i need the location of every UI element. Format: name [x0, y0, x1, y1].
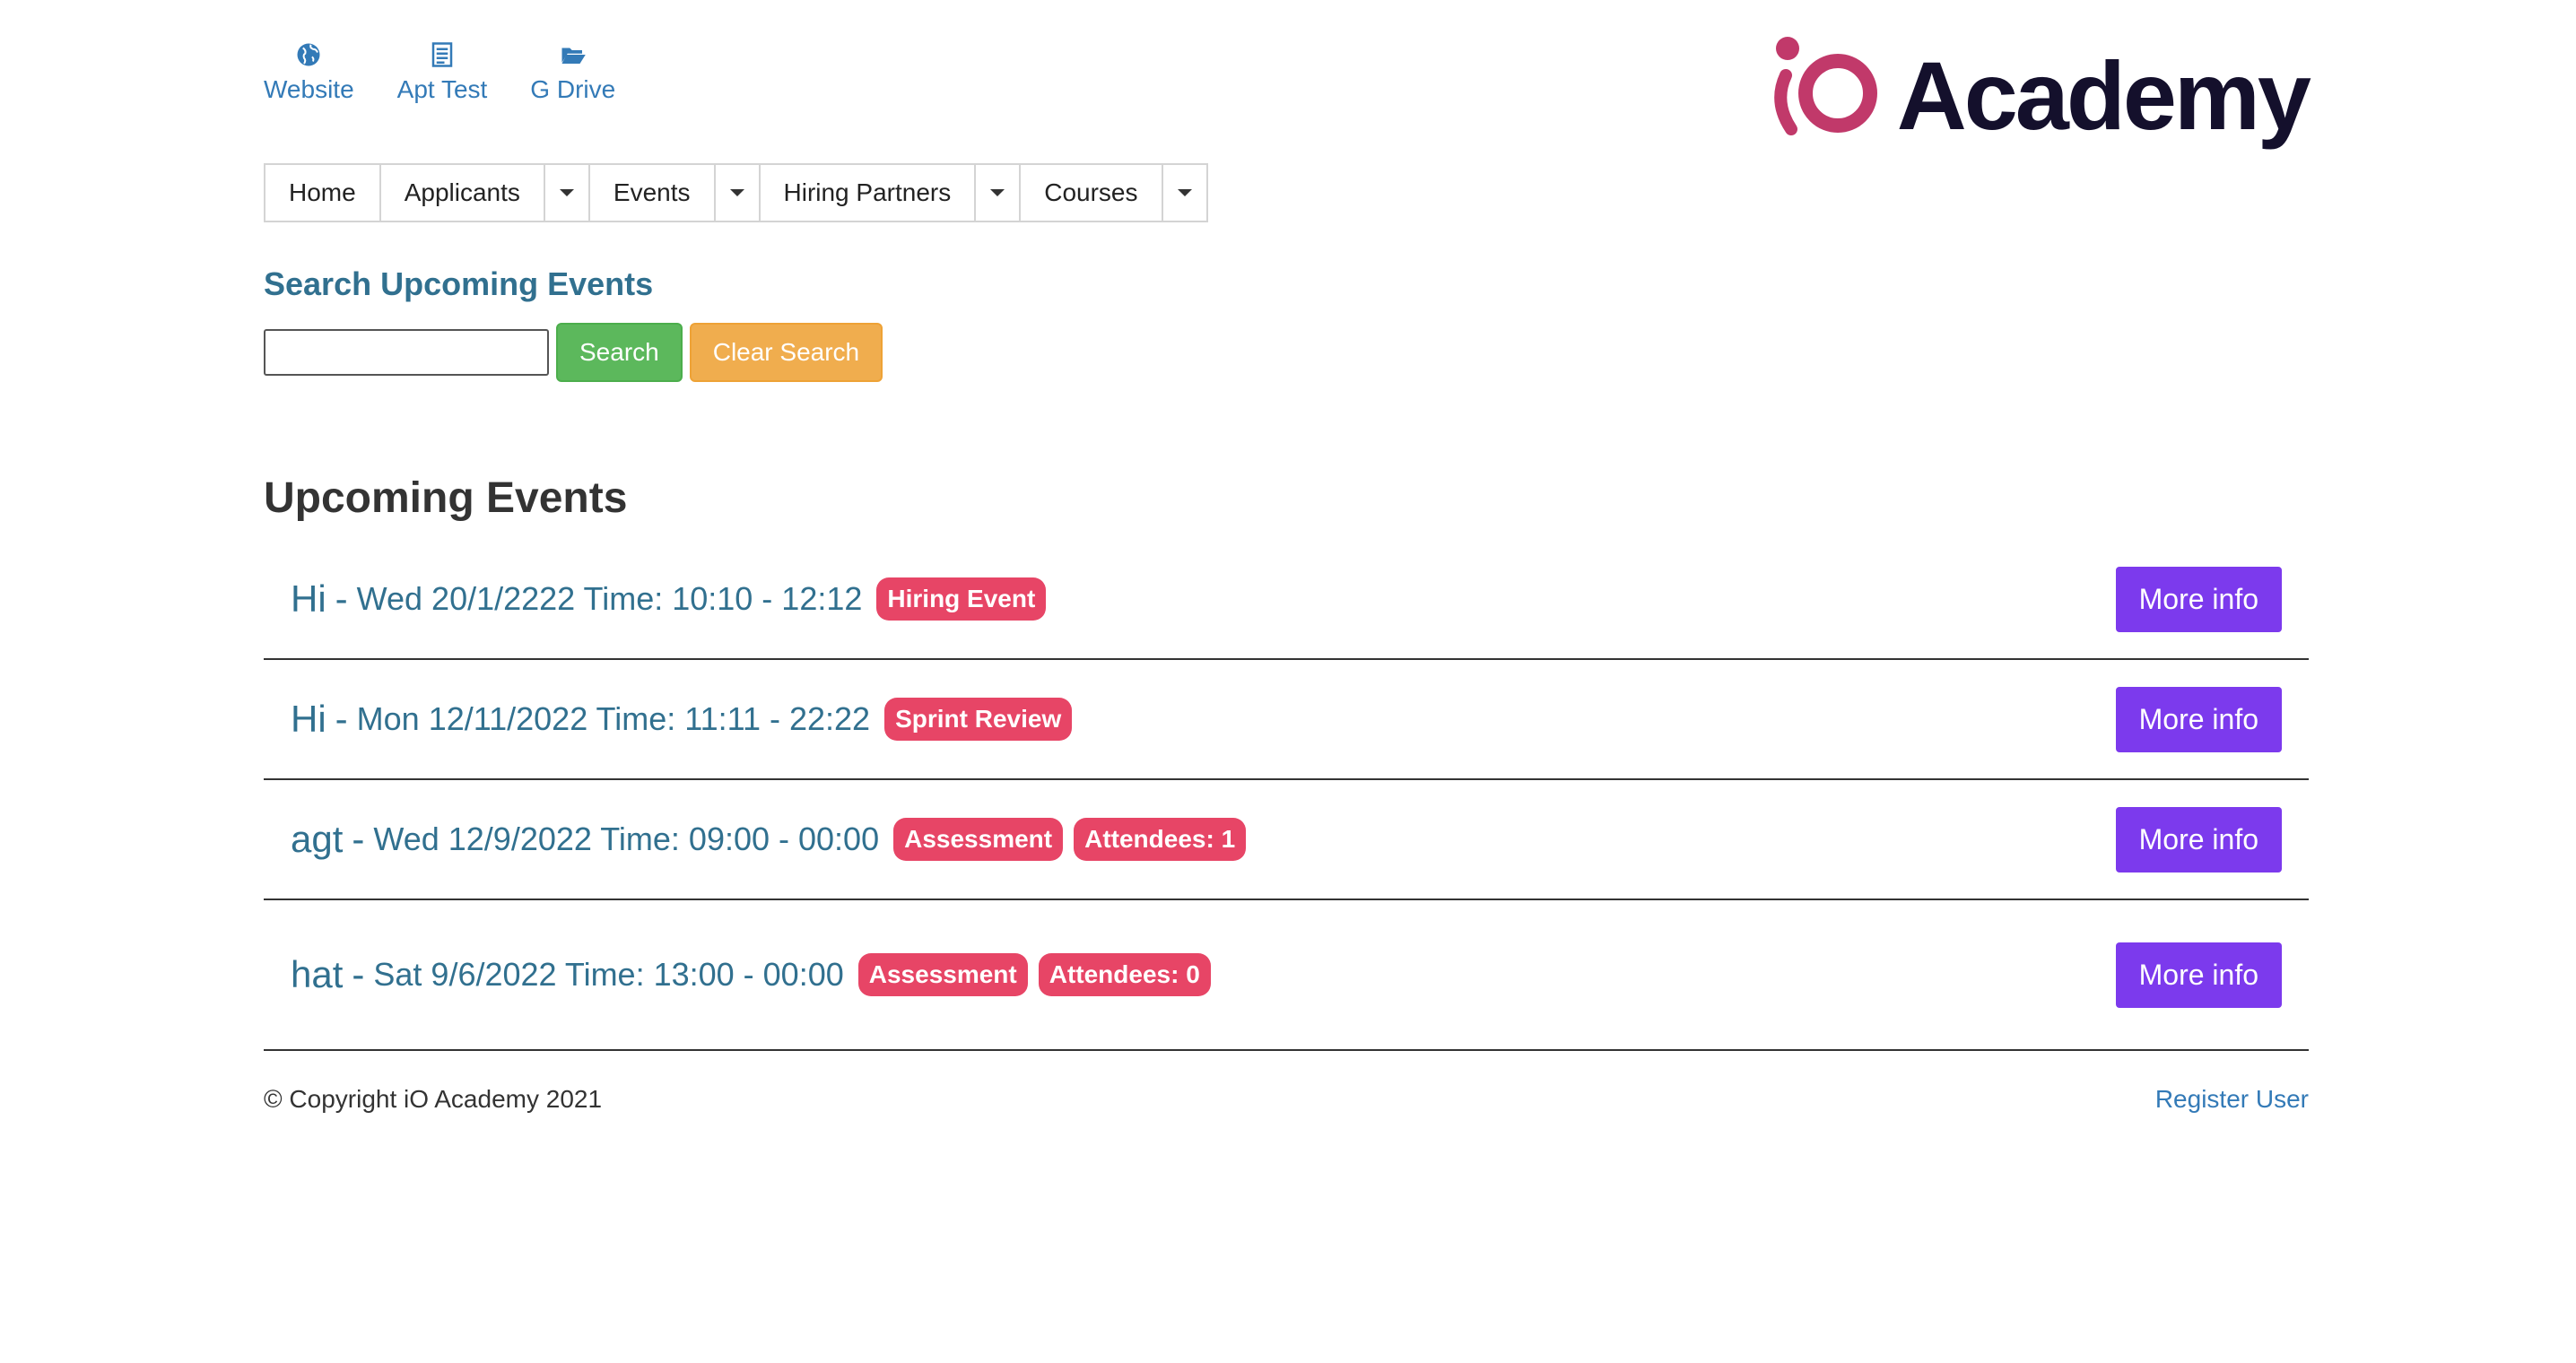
main-nav: Home Applicants Events Hiring Partners C… [264, 163, 1208, 222]
nav-applicants[interactable]: Applicants [381, 165, 545, 221]
search-heading: Search Upcoming Events [264, 265, 654, 302]
event-separator: - [335, 577, 348, 620]
event-row: agt - Wed 12/9/2022 Time: 09:00 - 00:00 … [264, 780, 2309, 900]
globe-icon [297, 43, 320, 66]
event-separator: - [335, 698, 348, 740]
event-name: agt [291, 818, 344, 860]
folder-open-icon [561, 48, 586, 64]
nav-hiring-partners[interactable]: Hiring Partners [761, 165, 977, 221]
nav-courses[interactable]: Courses [1021, 165, 1163, 221]
copyright-text: © Copyright iO Academy 2021 [264, 1085, 603, 1113]
search-row: Search Clear Search [264, 323, 890, 382]
more-info-button[interactable]: More info [2115, 566, 2282, 632]
search-button[interactable]: Search [556, 323, 683, 382]
event-summary: Hi - Wed 20/1/2222 Time: 10:10 - 12:12 H… [264, 577, 1057, 621]
event-row: hat - Sat 9/6/2022 Time: 13:00 - 00:00 A… [264, 900, 2309, 1051]
io-logo-mark-icon [1774, 37, 1877, 135]
event-type-badge: Assessment [857, 953, 1028, 996]
event-datetime: Mon 12/11/2022 Time: 11:11 - 22:22 [356, 700, 871, 737]
event-type-badge: Hiring Event [876, 577, 1047, 621]
event-summary: hat - Sat 9/6/2022 Time: 13:00 - 00:00 A… [264, 953, 1222, 996]
event-summary: Hi - Mon 12/11/2022 Time: 11:11 - 22:22 … [264, 698, 1083, 741]
attendees-badge: Attendees: 1 [1074, 818, 1247, 861]
event-row: Hi - Wed 20/1/2222 Time: 10:10 - 12:12 H… [264, 540, 2309, 660]
events-list: Hi - Wed 20/1/2222 Time: 10:10 - 12:12 H… [264, 540, 2309, 1051]
quick-link-label: G Drive [530, 75, 616, 103]
quick-link-label: Website [264, 75, 354, 103]
events-heading: Upcoming Events [264, 474, 628, 522]
quick-link-label: Apt Test [396, 75, 488, 103]
nav-home[interactable]: Home [265, 165, 381, 221]
logo-text: Academy [1896, 41, 2311, 150]
clear-search-button[interactable]: Clear Search [689, 323, 883, 382]
document-icon [431, 42, 453, 67]
caret-down-icon [729, 189, 744, 196]
caret-down-icon [559, 189, 574, 196]
search-input[interactable] [264, 329, 549, 376]
nav-events[interactable]: Events [590, 165, 716, 221]
quick-links: Website Apt Test G Drive [264, 41, 658, 104]
more-info-button[interactable]: More info [2115, 686, 2282, 752]
quick-link-website[interactable]: Website [264, 41, 354, 104]
register-user-link[interactable]: Register User [2155, 1085, 2309, 1114]
event-name: Hi [291, 577, 326, 620]
footer: © Copyright iO Academy 2021 Register Use… [264, 1085, 2309, 1114]
event-datetime: Wed 20/1/2222 Time: 10:10 - 12:12 [356, 580, 863, 617]
page-container: Website Apt Test G Drive Academy Home Ap… [264, 0, 2311, 1363]
caret-down-icon [990, 189, 1005, 196]
caret-down-icon [1177, 189, 1192, 196]
nav-hiring-partners-dropdown[interactable] [976, 165, 1022, 221]
event-row: Hi - Mon 12/11/2022 Time: 11:11 - 22:22 … [264, 660, 2309, 780]
nav-courses-dropdown[interactable] [1163, 165, 1206, 221]
event-separator: - [352, 818, 365, 860]
quick-link-apt-test[interactable]: Apt Test [396, 41, 488, 104]
more-info-button[interactable]: More info [2115, 942, 2282, 1008]
event-summary: agt - Wed 12/9/2022 Time: 09:00 - 00:00 … [264, 818, 1257, 861]
event-separator: - [352, 953, 365, 995]
event-datetime: Sat 9/6/2022 Time: 13:00 - 00:00 [373, 956, 844, 993]
event-type-badge: Sprint Review [884, 698, 1073, 741]
nav-events-dropdown[interactable] [716, 165, 761, 221]
attendees-badge: Attendees: 0 [1038, 953, 1211, 996]
nav-applicants-dropdown[interactable] [545, 165, 590, 221]
event-datetime: Wed 12/9/2022 Time: 09:00 - 00:00 [373, 820, 880, 857]
quick-link-g-drive[interactable]: G Drive [530, 41, 615, 104]
event-name: hat [291, 953, 344, 995]
more-info-button[interactable]: More info [2115, 806, 2282, 872]
event-name: Hi [291, 698, 326, 740]
io-academy-logo: Academy [1755, 29, 2311, 163]
event-type-badge: Assessment [893, 818, 1064, 861]
